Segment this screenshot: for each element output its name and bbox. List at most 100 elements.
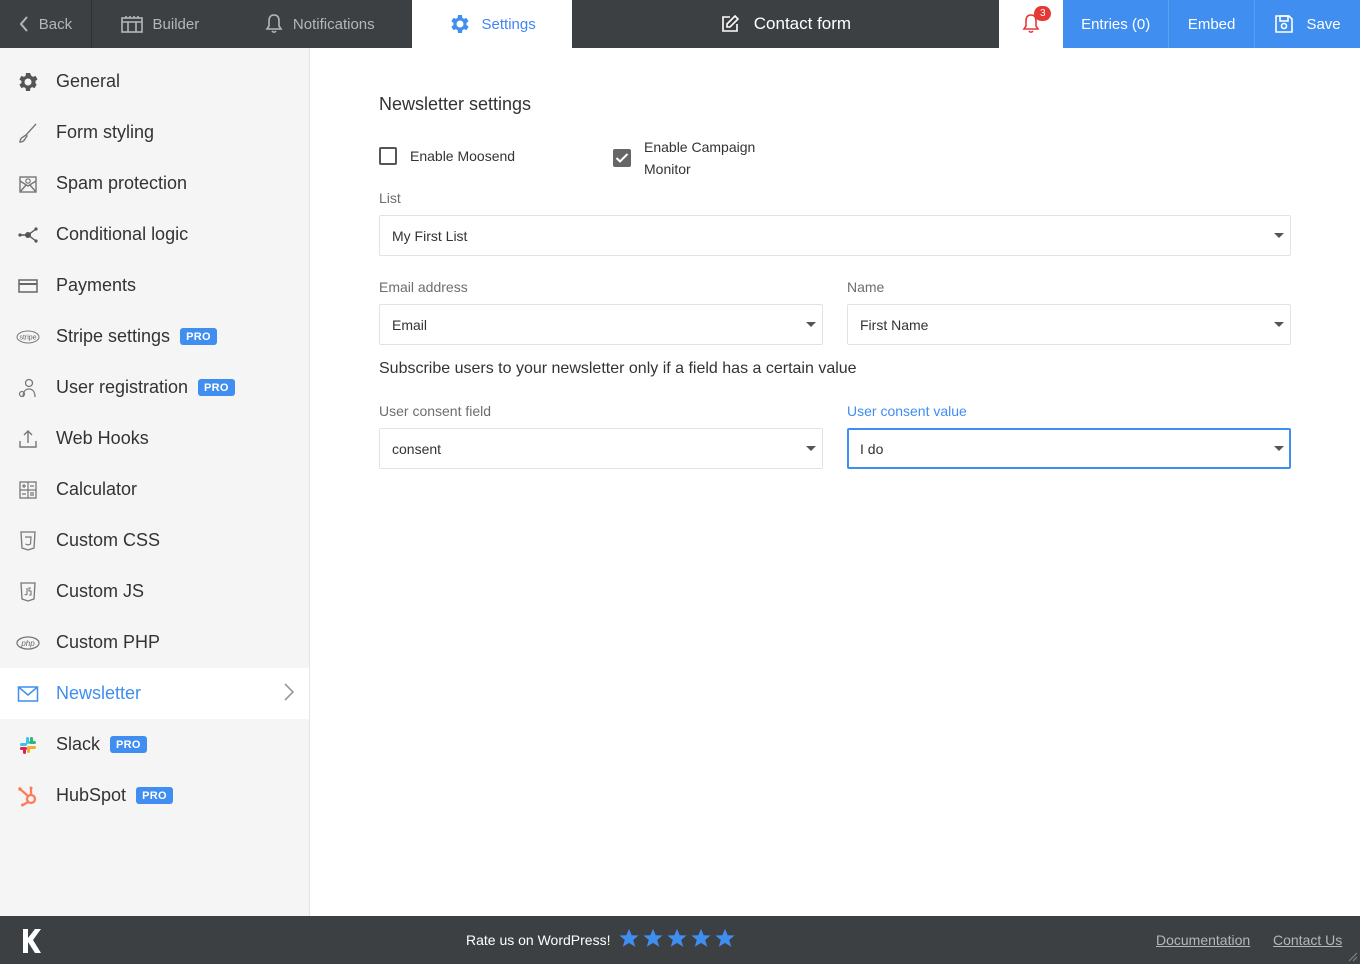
svg-text:stripe: stripe [19,334,36,341]
slack-icon [16,733,40,757]
sidebar-item-custom-php[interactable]: php Custom PHP [0,617,309,668]
alerts-button[interactable]: 3 [999,0,1064,48]
notifications-tab[interactable]: Notifications [228,0,412,48]
pro-badge: PRO [110,736,147,753]
sidebar-item-spam-protection[interactable]: Spam protection [0,158,309,209]
chevron-left-icon [19,16,28,32]
name-select[interactable]: First Name [847,304,1291,345]
form-title-label: Contact form [753,14,852,33]
sidebar-item-label: User registration [56,377,189,397]
enable-campaign-monitor-label-line1: Enable Campaign [644,139,756,155]
css-icon [16,529,40,553]
notifications-label: Notifications [292,15,375,33]
sidebar-item-payments[interactable]: Payments [0,260,309,311]
gear-icon [16,70,40,94]
embed-button[interactable]: Embed [1168,0,1255,48]
gear-icon [450,15,469,33]
builder-icon [120,16,143,33]
contact-us-link[interactable]: Contact Us [1273,932,1342,948]
form-title[interactable]: Contact form [572,0,1000,48]
kali-forms-logo [23,929,41,953]
embed-label: Embed [1187,15,1236,33]
sidebar-item-label: Spam protection [56,173,188,193]
star-icon[interactable] [666,927,688,949]
builder-tab[interactable]: Builder [92,0,228,48]
entries-button[interactable]: Entries (0) [1063,0,1169,48]
sidebar-item-form-styling[interactable]: Form styling [0,107,309,158]
top-toolbar: Back Builder Notifications Settings Cont… [0,0,1360,48]
star-icon[interactable] [618,927,640,949]
sidebar-item-label: Slack [56,734,101,754]
js-icon [16,580,40,604]
calculator-icon [16,478,40,502]
sidebar-item-calculator[interactable]: Calculator [0,464,309,515]
sidebar-item-slack[interactable]: Slack PRO [0,719,309,770]
sidebar-item-web-hooks[interactable]: Web Hooks [0,413,309,464]
newsletter-settings-panel: Newsletter settings Enable Moosend Enabl… [310,48,1360,916]
edit-icon [721,14,739,32]
back-label: Back [38,15,73,33]
sidebar-item-label: General [56,71,121,91]
sidebar-item-newsletter[interactable]: Newsletter [0,668,309,719]
sidebar-item-conditional-logic[interactable]: Conditional logic [0,209,309,260]
sidebar-item-user-registration[interactable]: User registration PRO [0,362,309,413]
name-select-value: First Name [860,316,929,333]
documentation-link[interactable]: Documentation [1156,932,1250,948]
sidebar-item-label: Custom JS [56,581,145,601]
resize-handle-icon[interactable] [1346,950,1358,962]
user-consent-value-label: User consent value [847,403,967,419]
dropdown-caret-icon [806,322,816,327]
enable-campaign-monitor-label-line2: Monitor [644,161,691,177]
sidebar-item-general[interactable]: General [0,56,309,107]
sidebar-item-custom-js[interactable]: Custom JS [0,566,309,617]
mail-shield-icon [16,172,40,196]
user-consent-field-label: User consent field [379,403,492,419]
sidebar-item-label: Custom CSS [56,530,161,550]
sidebar-item-label: Web Hooks [56,428,149,448]
footer-bar: Rate us on WordPress! Documentation Cont… [0,916,1360,964]
consent-value-value: I do [860,440,884,457]
user-consent-value-select[interactable]: I do [847,428,1291,469]
sidebar-item-label: Calculator [56,479,138,499]
star-icon[interactable] [690,927,712,949]
name-label: Name [847,279,885,295]
settings-label: Settings [481,15,536,33]
enable-campaign-monitor-option[interactable]: Enable Campaign Monitor [613,136,755,180]
enable-campaign-monitor-checkbox[interactable] [613,149,631,167]
enable-moosend-option[interactable]: Enable Moosend [379,147,515,165]
enable-moosend-checkbox[interactable] [379,147,397,165]
email-select-value: Email [392,316,428,333]
sidebar-item-hubspot[interactable]: HubSpot PRO [0,770,309,821]
user-consent-field-select[interactable]: consent [379,428,823,469]
dropdown-caret-icon [806,446,816,451]
star-icon[interactable] [642,927,664,949]
stripe-icon: stripe [16,325,40,349]
pro-badge: PRO [136,787,173,804]
chevron-right-icon [284,683,295,701]
enable-campaign-monitor-label: Enable Campaign Monitor [644,136,755,180]
builder-label: Builder [152,15,200,33]
sidebar-item-label: Stripe settings [56,326,171,346]
list-label: List [379,190,401,206]
email-address-select[interactable]: Email [379,304,823,345]
sidebar-item-label: Conditional logic [56,224,189,244]
list-select[interactable]: My First List [379,215,1291,256]
rating-stars[interactable] [618,927,736,949]
email-address-label: Email address [379,279,468,295]
pro-badge: PRO [198,379,235,396]
dropdown-caret-icon [1274,446,1284,451]
sidebar-item-stripe-settings[interactable]: stripe Stripe settings PRO [0,311,309,362]
settings-sidebar: General Form styling Spam protection Con… [0,48,310,916]
save-button[interactable]: Save [1254,0,1360,48]
star-icon[interactable] [714,927,736,949]
php-icon: php [16,631,40,655]
settings-tab[interactable]: Settings [411,0,572,48]
back-button[interactable]: Back [0,0,92,48]
hubspot-icon [16,784,40,808]
notification-count-badge: 3 [1034,6,1052,21]
save-label: Save [1306,15,1341,33]
bell-icon [265,14,283,34]
sidebar-item-custom-css[interactable]: Custom CSS [0,515,309,566]
save-icon [1275,15,1294,33]
sidebar-item-label: HubSpot [56,785,127,805]
